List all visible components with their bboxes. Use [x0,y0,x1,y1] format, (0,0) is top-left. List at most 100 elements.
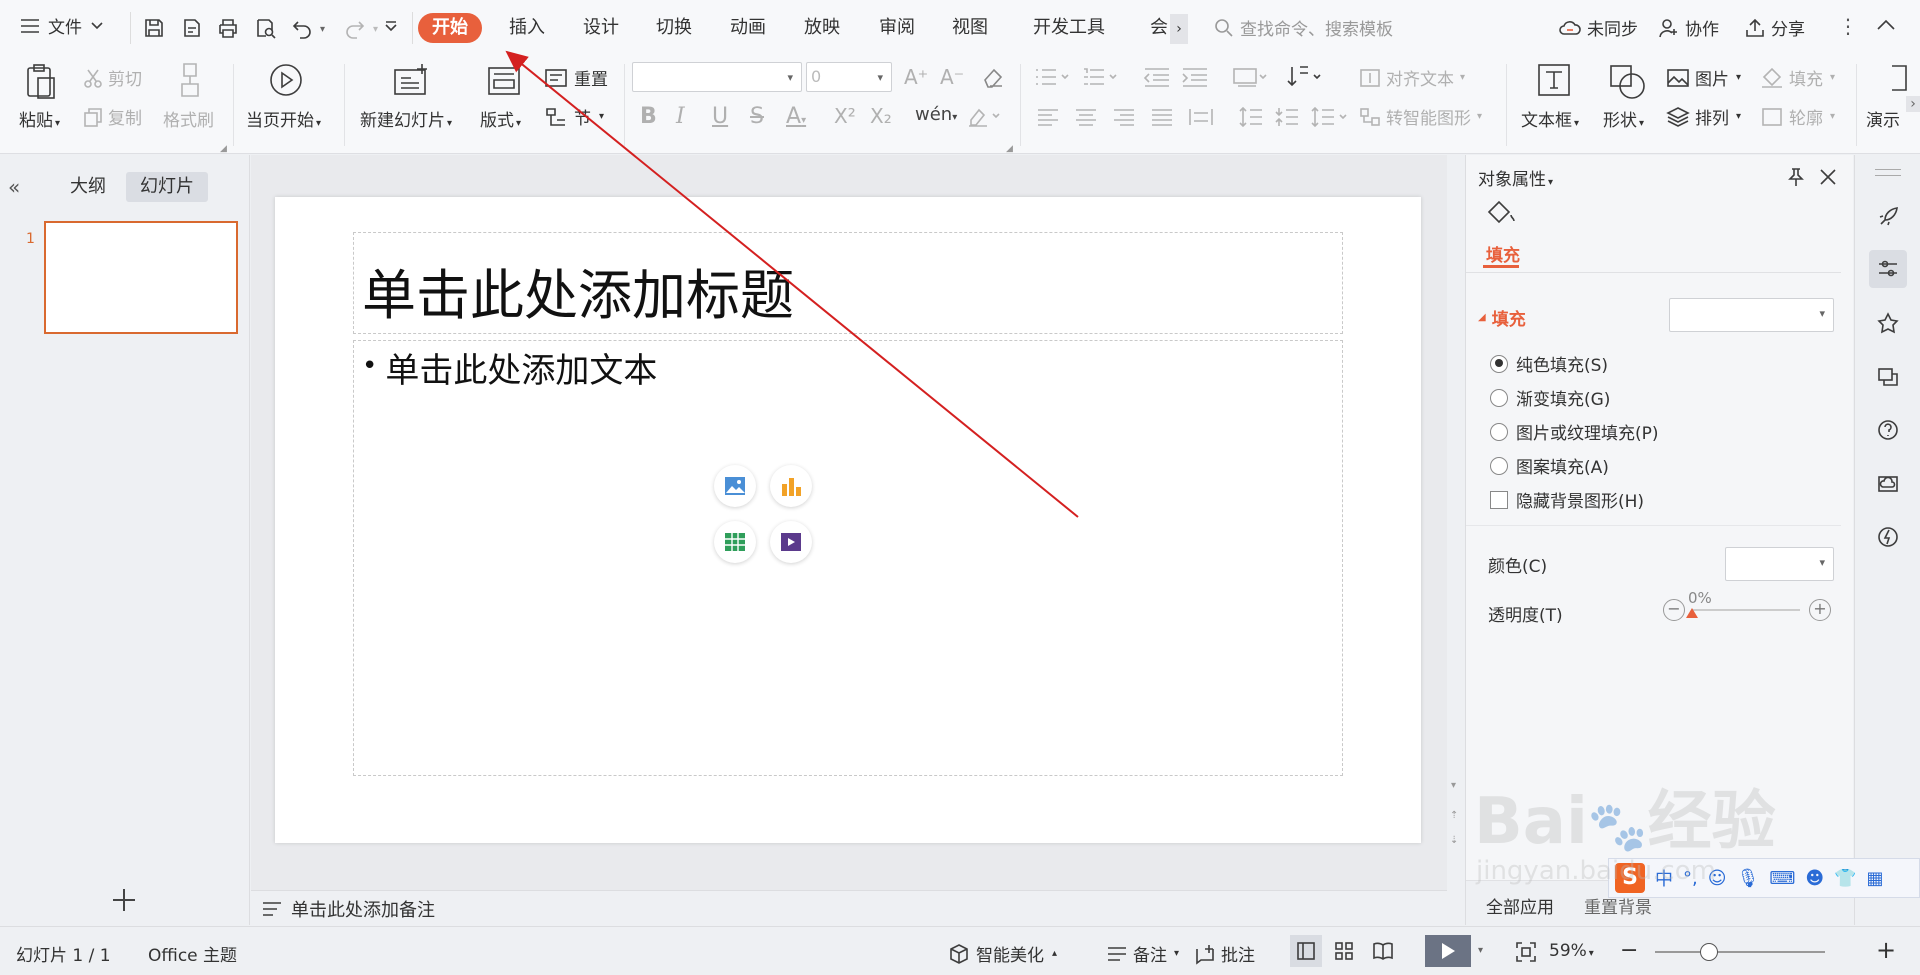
color-picker[interactable] [1725,547,1834,581]
lightning-icon[interactable] [1869,518,1907,556]
play-circle-icon[interactable] [268,62,304,98]
numbered-list-icon[interactable] [1082,66,1122,88]
pattern-fill-radio[interactable] [1490,456,1508,475]
section-button[interactable]: 节 ▾ [544,104,604,129]
strikethrough-icon[interactable]: S [750,104,764,129]
ime-emoji-icon[interactable]: ☺ [1708,868,1727,889]
gradient-fill-radio[interactable] [1490,388,1508,407]
solid-fill-option[interactable]: 纯色填充(S) [1490,351,1608,376]
normal-view-icon[interactable] [1290,935,1322,967]
notes-toggle-button[interactable]: 备注 ▾ [1106,941,1179,966]
apply-all-button[interactable]: 全部应用 [1486,893,1554,918]
spacing-options-icon[interactable] [1310,106,1350,128]
scroll-down-icon[interactable]: ▾ [1451,780,1456,791]
smart-beautify-button[interactable]: 智能美化 ▴ [948,941,1057,966]
line-spacing-icon[interactable] [1238,106,1264,128]
comments-button[interactable]: 批注 [1194,941,1255,966]
ime-toolbar[interactable]: S 中 °, ☺ 🎙 ⌨ ☻ 👕 ▦ [1608,858,1920,898]
search-box[interactable]: 查找命令、搜索模板 [1214,15,1393,40]
tab-view[interactable]: 视图 [952,13,988,43]
fill-bucket-icon[interactable] [1486,199,1516,229]
transparency-decrease-button[interactable]: − [1663,599,1685,621]
file-menu[interactable]: 文件 [20,13,104,38]
font-color-icon[interactable]: A▾ [786,104,806,129]
undo-dropdown-icon[interactable]: ▾ [320,24,325,35]
print-icon[interactable] [211,11,245,45]
zoom-in-icon[interactable]: + [1876,938,1896,962]
tab-slideshow[interactable]: 放映 [804,13,840,43]
insert-table-icon[interactable] [714,521,756,563]
drag-handle-icon[interactable] [1875,169,1901,170]
insert-chart-icon[interactable] [770,465,812,507]
tab-animation[interactable]: 动画 [730,13,766,43]
notes-bar[interactable]: 单击此处添加备注 [251,890,1447,926]
bold-icon[interactable]: B [640,104,657,129]
layout-icon[interactable] [486,64,522,98]
shape-icon[interactable] [1608,62,1648,100]
align-right-icon[interactable] [1112,106,1136,128]
backup-cloud-icon[interactable] [1869,465,1907,503]
new-slide-button[interactable]: 新建幻灯片 ▾ [360,106,452,131]
format-painter-icon[interactable] [175,62,205,98]
title-placeholder[interactable]: 单击此处添加标题 [353,232,1343,334]
zoom-out-icon[interactable]: − [1620,940,1638,962]
paragraph-spacing-icon[interactable] [1274,106,1300,128]
picture-button[interactable]: 图片 ▾ [1666,65,1741,90]
gradient-fill-option[interactable]: 渐变填充(G) [1490,385,1610,410]
ime-user-icon[interactable]: ☻ [1805,868,1824,889]
picture-fill-option[interactable]: 图片或纹理填充(P) [1490,419,1659,444]
dialog-launcher-icon[interactable]: ◢ [220,144,227,154]
align-center-icon[interactable] [1074,106,1098,128]
add-slide-icon[interactable] [111,887,137,913]
zoom-level[interactable]: 59% ▾ [1549,941,1594,961]
search-input[interactable]: 查找命令、搜索模板 [1240,15,1393,40]
play-slideshow-button[interactable] [1425,935,1471,967]
collapse-panel-icon[interactable]: « [8,175,20,199]
star-icon[interactable] [1869,304,1907,342]
picture-fill-radio[interactable] [1490,422,1508,441]
increase-indent-icon[interactable] [1181,66,1209,88]
copy-button[interactable]: 复制 [82,104,142,129]
shape-button[interactable]: 形状 ▾ [1603,106,1644,131]
highlight-icon[interactable] [966,106,1000,128]
undo-icon[interactable] [285,11,319,45]
bullet-list-icon[interactable] [1034,66,1074,88]
slide-thumbnail[interactable] [44,221,238,334]
tab-meeting[interactable]: 会 [1150,13,1168,43]
justify-icon[interactable] [1150,106,1174,128]
decrease-font-icon[interactable]: A⁻ [940,65,964,89]
fit-window-icon[interactable] [1515,941,1537,963]
format-painter-button[interactable]: 格式刷 [163,106,214,131]
tab-slides[interactable]: 幻灯片 [126,172,208,202]
subscript-icon[interactable]: X₂ [870,104,892,128]
new-slide-icon[interactable] [392,62,432,98]
phonetic-guide-icon[interactable]: wén▾ [915,104,957,125]
pattern-fill-option[interactable]: 图案填充(A) [1490,453,1609,478]
solid-fill-radio[interactable] [1490,354,1508,373]
ribbon-scroll-right-icon[interactable]: › [1906,96,1920,112]
outline-button[interactable]: 轮廓 ▾ [1760,104,1835,129]
slide-sorter-icon[interactable] [1334,941,1354,961]
start-current-button[interactable]: 当页开始 ▾ [246,106,321,131]
comment-icon[interactable] [1869,358,1907,396]
cut-button[interactable]: 剪切 [82,65,142,90]
font-dialog-launcher-icon[interactable]: ◢ [1006,144,1013,154]
convert-smartart-button[interactable]: 转智能图形 ▾ [1358,104,1482,129]
transparency-slider-thumb[interactable] [1686,608,1698,618]
sync-button[interactable]: 未同步 [1558,15,1638,40]
decrease-indent-icon[interactable] [1143,66,1171,88]
ime-voice-icon[interactable]: 🎙 [1737,868,1760,889]
next-slide-icon[interactable]: ⇣ [1450,835,1458,846]
more-options-icon[interactable]: ⋮ [1838,14,1858,38]
hide-background-option[interactable]: 隐藏背景图形(H) [1490,487,1644,512]
zoom-slider[interactable] [1655,951,1825,953]
increase-font-icon[interactable]: A⁺ [904,65,928,89]
ime-punctuation-icon[interactable]: °, [1683,868,1698,889]
tab-review[interactable]: 审阅 [879,13,915,43]
tab-fill[interactable]: 填充 [1486,241,1520,266]
content-placeholder[interactable]: • 单击此处添加文本 [353,340,1343,776]
save-icon[interactable] [137,11,171,45]
arrange-button[interactable]: 排列 ▾ [1666,104,1741,129]
rocket-icon[interactable] [1869,198,1907,236]
fill-button[interactable]: 填充 ▾ [1760,65,1835,90]
